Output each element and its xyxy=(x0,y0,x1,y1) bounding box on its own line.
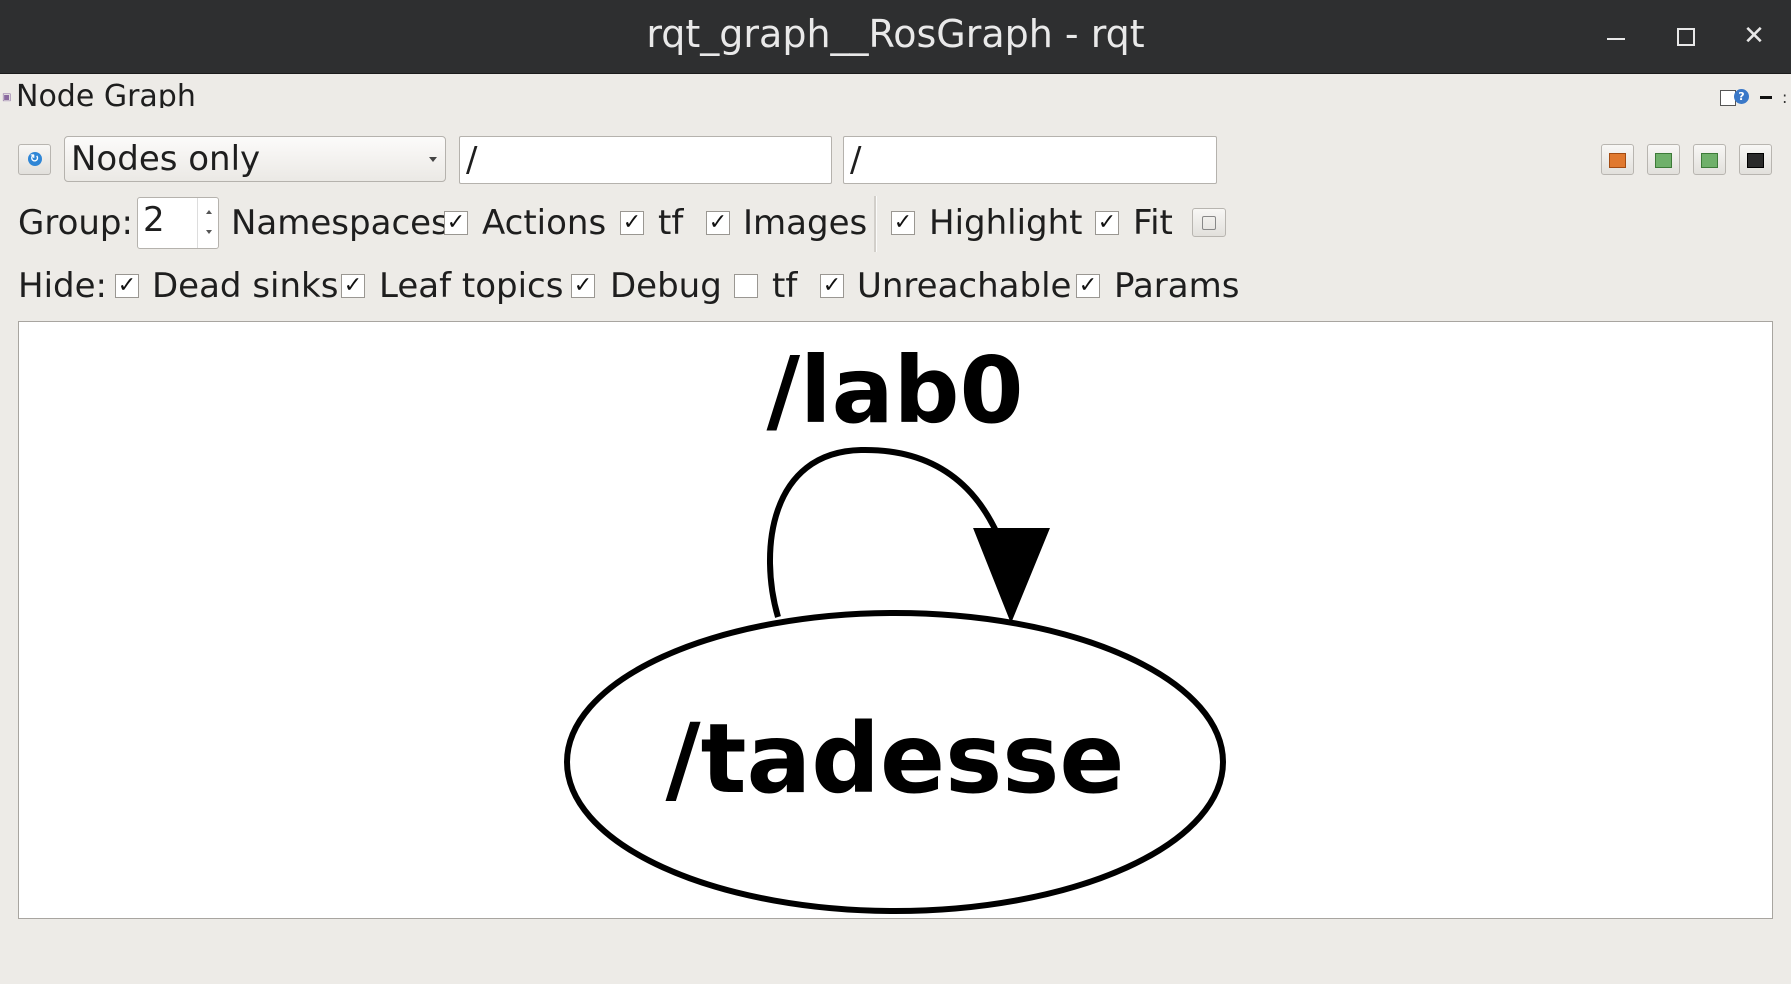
params-checkbox[interactable]: ✓ xyxy=(1076,274,1100,298)
toolbar-separator xyxy=(874,196,877,252)
dock-grip-icon[interactable]: ▣ xyxy=(2,92,12,103)
node-lab0-label[interactable]: /lab0 xyxy=(766,337,1023,444)
save-icon xyxy=(1655,153,1672,168)
actions-label: Actions xyxy=(482,203,607,243)
highlight-checkbox[interactable]: ✓ xyxy=(891,211,915,235)
namespaces-checkbox[interactable]: ✓ xyxy=(444,211,468,235)
node-tadesse-label: /tadesse xyxy=(666,703,1125,815)
help-icon[interactable]: ? xyxy=(1734,89,1749,104)
refresh-button[interactable]: ↻ xyxy=(18,144,51,175)
image-save-icon xyxy=(1701,153,1718,168)
actions-checkbox[interactable]: ✓ xyxy=(620,211,644,235)
dead-sinks-checkbox[interactable]: ✓ xyxy=(115,274,139,298)
refresh-icon: ↻ xyxy=(27,152,42,166)
graph-edge xyxy=(767,446,1012,618)
window-titlebar: rqt_graph__RosGraph - rqt ✕ xyxy=(0,0,1791,74)
fit-label: Fit xyxy=(1133,203,1173,243)
graph-mode-select[interactable]: Nodes only xyxy=(64,136,446,182)
group-spinbox[interactable]: 2 xyxy=(137,197,219,249)
fit-icon xyxy=(1202,216,1216,230)
images-label: Images xyxy=(743,203,868,243)
topic-filter-input[interactable]: / xyxy=(843,136,1217,184)
close-icon[interactable]: ✕ xyxy=(1734,16,1774,56)
chevron-down-icon xyxy=(429,157,437,162)
maximize-icon[interactable] xyxy=(1666,16,1706,56)
hide-label: Hide: xyxy=(18,266,107,306)
group-label: Group: xyxy=(18,203,133,243)
params-label: Params xyxy=(1114,266,1240,306)
leaf-topics-checkbox[interactable]: ✓ xyxy=(341,274,365,298)
spin-up-icon[interactable] xyxy=(206,210,212,214)
spin-down-icon[interactable] xyxy=(206,230,212,234)
unreachable-checkbox[interactable]: ✓ xyxy=(820,274,844,298)
graph-svg: /lab0 /tadesse xyxy=(564,337,1226,914)
fit-checkbox[interactable]: ✓ xyxy=(1095,211,1119,235)
debug-checkbox[interactable]: ✓ xyxy=(571,274,595,298)
save-svg-button[interactable] xyxy=(1693,144,1726,175)
unreachable-label: Unreachable xyxy=(857,266,1072,306)
dead-sinks-label: Dead sinks xyxy=(152,266,339,306)
edge-arrowhead xyxy=(973,528,1050,624)
dock-title: Node Graph xyxy=(16,79,196,108)
leaf-topics-label: Leaf topics xyxy=(379,266,564,306)
graph-canvas[interactable]: /lab0 /tadesse xyxy=(18,321,1773,919)
load-dot-button[interactable] xyxy=(1601,144,1634,175)
tf-checkbox[interactable]: ✓ xyxy=(706,211,730,235)
save-image-button[interactable] xyxy=(1739,144,1772,175)
highlight-label: Highlight xyxy=(929,203,1083,243)
folder-icon xyxy=(1609,153,1626,168)
node-filter-input[interactable]: / xyxy=(459,136,832,184)
group-value: 2 xyxy=(143,200,165,240)
spin-divider xyxy=(197,198,198,248)
save-dot-button[interactable] xyxy=(1647,144,1680,175)
graph-mode-value: Nodes only xyxy=(71,139,261,179)
hide-tf-label: tf xyxy=(772,266,798,306)
screen-icon xyxy=(1747,153,1764,168)
fit-view-button[interactable] xyxy=(1192,208,1226,237)
hide-tf-checkbox[interactable] xyxy=(734,274,758,298)
tf-label: tf xyxy=(658,203,684,243)
dock-minimize-icon[interactable] xyxy=(1760,96,1772,99)
debug-label: Debug xyxy=(610,266,722,306)
minimize-icon[interactable] xyxy=(1596,16,1636,56)
namespaces-label: Namespaces xyxy=(231,203,449,243)
dock-close-icon[interactable]: : xyxy=(1782,88,1787,107)
window-title: rqt_graph__RosGraph - rqt xyxy=(646,12,1145,56)
